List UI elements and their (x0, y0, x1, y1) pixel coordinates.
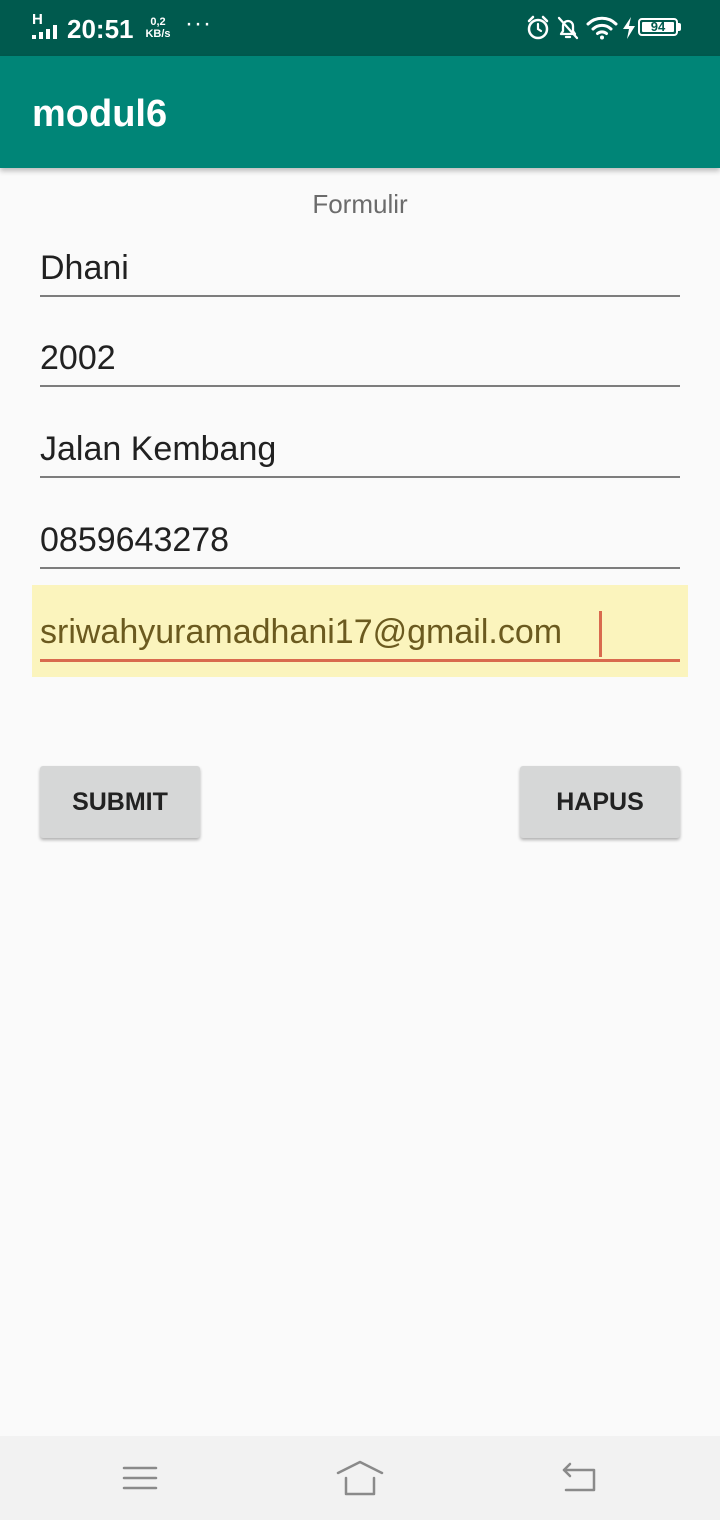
name-field[interactable] (40, 241, 680, 297)
wifi-icon (586, 16, 618, 40)
network-speed-value: 0,2 (150, 16, 166, 28)
name-field-underline (40, 295, 680, 297)
network-speed-unit: KB/s (145, 28, 171, 40)
address-input[interactable] (40, 422, 680, 476)
back-icon (562, 1462, 596, 1492)
name-input[interactable] (40, 241, 680, 295)
form-heading: Formulir (312, 189, 408, 219)
phone-input[interactable] (40, 513, 680, 567)
network-speed: 0,2 KB/s (143, 16, 173, 40)
home-icon (336, 1460, 384, 1496)
navigation-bar (0, 1436, 720, 1520)
email-field-underline (40, 659, 680, 662)
status-bar: H 20:51 0,2 KB/s ··· 94 (0, 0, 720, 56)
submit-button[interactable]: SUBMIT (40, 766, 200, 838)
text-cursor (599, 611, 602, 657)
address-field[interactable] (40, 422, 680, 478)
phone-field-underline (40, 567, 680, 569)
address-field-underline (40, 476, 680, 478)
signal-icon (32, 25, 57, 39)
phone-field[interactable] (40, 513, 680, 569)
year-input[interactable] (40, 331, 680, 385)
email-input[interactable] (40, 605, 680, 659)
battery-icon: 94 (638, 18, 682, 38)
back-button[interactable] (540, 1456, 620, 1500)
alarm-icon (527, 15, 549, 40)
home-button[interactable] (320, 1456, 400, 1500)
battery-level: 94 (642, 20, 674, 33)
status-time: 20:51 (67, 14, 134, 44)
app-title: modul6 (32, 93, 168, 135)
menu-icon (122, 1466, 158, 1490)
app-bar: modul6 (0, 56, 720, 168)
menu-button[interactable] (100, 1456, 180, 1500)
hapus-button[interactable]: HAPUS (520, 766, 680, 838)
more-notifications-icon: ··· (185, 10, 212, 37)
year-field[interactable] (40, 331, 680, 387)
charging-icon (623, 17, 635, 39)
email-field[interactable] (40, 605, 680, 662)
notifications-off-icon (557, 16, 579, 40)
year-field-underline (40, 385, 680, 387)
